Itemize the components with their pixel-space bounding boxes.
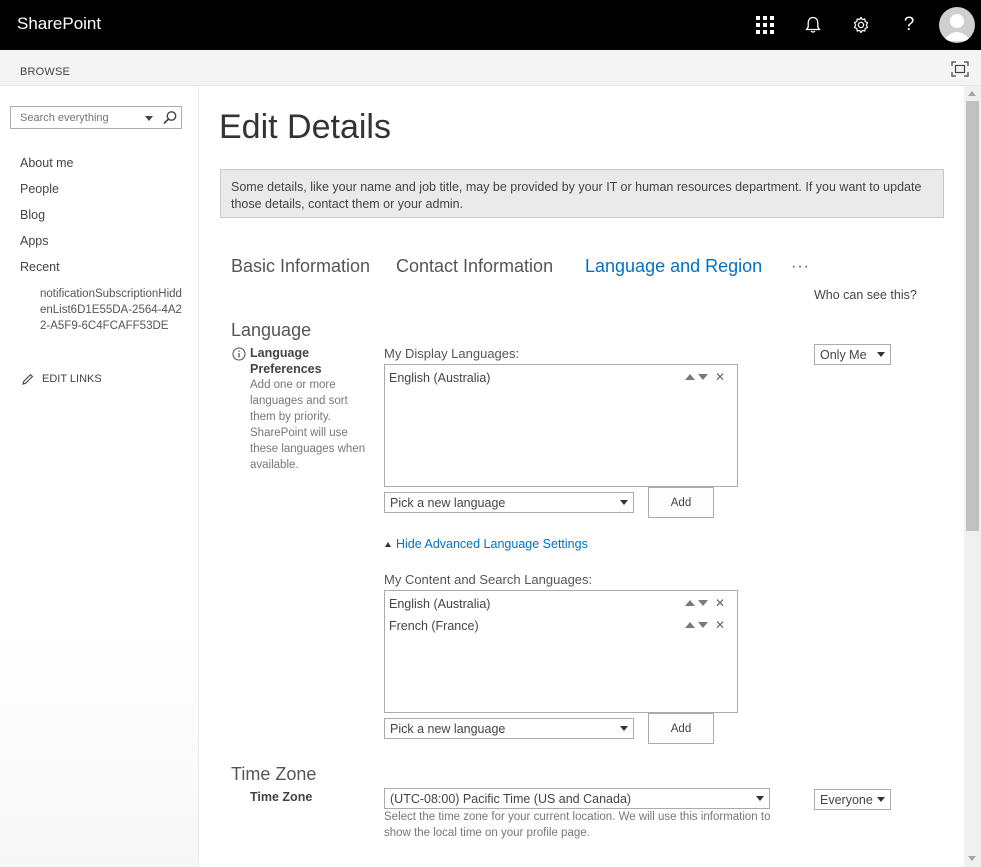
content-language-picker[interactable]: Pick a new language xyxy=(384,718,634,739)
help-icon[interactable]: ? xyxy=(894,10,924,40)
display-language-item-controls: ✕ xyxy=(685,371,725,383)
tab-basic-information[interactable]: Basic Information xyxy=(231,256,370,277)
chevron-down-icon xyxy=(620,726,628,731)
focus-on-content-icon[interactable] xyxy=(951,61,969,77)
collapse-icon xyxy=(385,541,391,547)
content-language-item-controls: ✕ xyxy=(685,597,725,609)
browse-tab[interactable]: BROWSE xyxy=(20,66,70,78)
display-language-picker-value: Pick a new language xyxy=(390,496,506,510)
chevron-down-icon xyxy=(756,796,764,801)
timezone-visibility-value: Everyone xyxy=(820,793,873,807)
page-title: Edit Details xyxy=(219,108,391,146)
avatar[interactable] xyxy=(939,7,975,43)
edit-links-button[interactable]: EDIT LINKS xyxy=(22,373,102,385)
search-input[interactable] xyxy=(11,107,136,128)
bell-icon[interactable] xyxy=(798,10,828,40)
move-down-icon[interactable] xyxy=(698,622,708,628)
language-section-title: Language xyxy=(231,320,312,340)
scrollbar-thumb[interactable] xyxy=(966,101,979,531)
content-languages-list[interactable]: English (Australia) ✕ French (France) ✕ xyxy=(384,590,738,713)
left-navigation: About me People Blog Apps Recent notific… xyxy=(0,86,199,867)
chevron-down-icon xyxy=(877,797,885,802)
info-notice: Some details, like your name and job tit… xyxy=(220,169,944,218)
remove-icon[interactable]: ✕ xyxy=(715,619,725,631)
timezone-visibility-select[interactable]: Everyone xyxy=(814,789,891,810)
search-scope-dropdown-icon[interactable] xyxy=(142,111,156,125)
edit-links-label: EDIT LINKS xyxy=(42,373,102,385)
display-language-picker[interactable]: Pick a new language xyxy=(384,492,634,513)
timezone-section-title: Time Zone xyxy=(231,764,317,784)
who-can-see-header: Who can see this? xyxy=(814,288,917,302)
display-language-item[interactable]: English (Australia) xyxy=(389,371,490,385)
nav-blog[interactable]: Blog xyxy=(20,208,45,222)
vertical-scrollbar[interactable] xyxy=(964,86,981,867)
language-preferences-label-line1: Language xyxy=(250,346,310,360)
tab-contact-information[interactable]: Contact Information xyxy=(396,256,553,277)
add-content-language-button[interactable]: Add xyxy=(648,713,714,744)
search-icon[interactable] xyxy=(162,110,178,126)
move-up-icon[interactable] xyxy=(685,374,695,380)
brand-name[interactable]: SharePoint xyxy=(17,14,101,34)
remove-icon[interactable]: ✕ xyxy=(715,597,725,609)
suite-bar: SharePoint ? xyxy=(0,0,981,50)
content-language-item[interactable]: English (Australia) xyxy=(389,597,490,611)
timezone-value: (UTC-08:00) Pacific Time (US and Canada) xyxy=(390,792,632,806)
content-language-item[interactable]: French (France) xyxy=(389,619,479,633)
nav-recent-item[interactable]: notificationSubscriptionHiddenList6D1E55… xyxy=(40,286,182,334)
ribbon: BROWSE xyxy=(0,50,981,86)
timezone-help: Select the time zone for your current lo… xyxy=(384,811,771,839)
app-launcher-icon[interactable] xyxy=(750,10,780,40)
info-icon[interactable] xyxy=(232,347,246,361)
language-visibility-value: Only Me xyxy=(820,348,867,362)
move-up-icon[interactable] xyxy=(685,622,695,628)
tab-language-and-region[interactable]: Language and Region xyxy=(585,256,762,277)
move-up-icon[interactable] xyxy=(685,600,695,606)
add-display-language-button[interactable]: Add xyxy=(648,487,714,518)
display-languages-list[interactable]: English (Australia) ✕ xyxy=(384,364,738,487)
timezone-select[interactable]: (UTC-08:00) Pacific Time (US and Canada) xyxy=(384,788,770,809)
search-box xyxy=(10,106,182,129)
move-down-icon[interactable] xyxy=(698,600,708,606)
content-languages-label: My Content and Search Languages: xyxy=(384,572,593,587)
language-preferences-label-line2: Preferences xyxy=(250,362,322,376)
hide-advanced-language-settings-link[interactable]: Hide Advanced Language Settings xyxy=(385,537,588,551)
scroll-up-icon[interactable] xyxy=(968,91,976,96)
content-language-item-controls: ✕ xyxy=(685,619,725,631)
hide-advanced-language-settings-label: Hide Advanced Language Settings xyxy=(396,537,588,551)
remove-icon[interactable]: ✕ xyxy=(715,371,725,383)
scroll-down-icon[interactable] xyxy=(968,856,976,861)
more-tabs-button[interactable]: ··· xyxy=(791,258,810,276)
display-languages-label: My Display Languages: xyxy=(384,346,520,361)
chevron-down-icon xyxy=(877,352,885,357)
move-down-icon[interactable] xyxy=(698,374,708,380)
nav-apps[interactable]: Apps xyxy=(20,234,49,248)
gear-icon[interactable] xyxy=(846,10,876,40)
content-language-picker-value: Pick a new language xyxy=(390,722,506,736)
chevron-down-icon xyxy=(620,500,628,505)
language-preferences-help: Add one or more languages and sort them … xyxy=(250,379,366,471)
nav-recent[interactable]: Recent xyxy=(20,260,60,274)
pencil-icon xyxy=(22,373,34,385)
language-visibility-select[interactable]: Only Me xyxy=(814,344,891,365)
timezone-field-label: Time Zone xyxy=(250,790,313,804)
nav-people[interactable]: People xyxy=(20,182,59,196)
nav-about-me[interactable]: About me xyxy=(20,156,74,170)
